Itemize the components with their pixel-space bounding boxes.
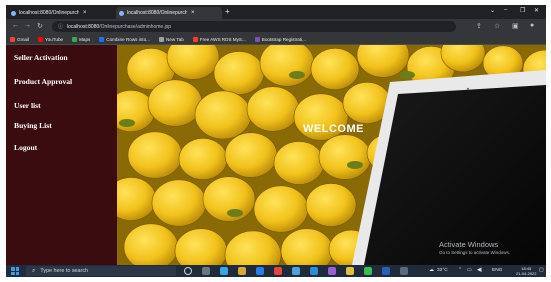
forward-arrow-icon[interactable]: → [24, 22, 31, 29]
globe-icon [158, 36, 164, 42]
language-indicator[interactable]: ENG [492, 268, 502, 273]
temperature-label[interactable]: 32°C [437, 268, 448, 273]
gmail-icon [10, 36, 15, 42]
nav-logout[interactable]: Logout [14, 143, 37, 152]
edge-icon[interactable] [256, 267, 264, 275]
new-tab-button[interactable]: + [225, 7, 230, 16]
bookmarks-bar: Gmail YouTube Maps Combine Rows into... … [6, 34, 546, 45]
app-icon[interactable] [346, 267, 354, 275]
browser-tab-2-title: localhost:8080/Onlinepurchase/ [127, 10, 187, 16]
app-icon[interactable] [274, 267, 282, 275]
hero-banner: WELCOME Activate Windows Go to Settings … [117, 45, 546, 265]
taskbar-search-box[interactable]: ⌕ Type here to search [26, 266, 176, 276]
word-icon[interactable] [382, 267, 390, 275]
browser-tab-1-title: localhost:8080/Onlinepurchase/ [19, 10, 79, 16]
browser-toolbar: ← → ↻ ⓘ localhost:8080 /Onlinepurchase/a… [6, 19, 546, 34]
app-icon[interactable] [220, 267, 228, 275]
close-window-icon[interactable]: ✕ [534, 7, 539, 14]
restore-icon[interactable]: ❐ [520, 7, 525, 14]
star-icon[interactable]: ☆ [494, 22, 500, 30]
admin-sidebar: Seller Activation Product Approval User … [6, 45, 117, 265]
bootstrap-icon [254, 36, 260, 42]
share-icon[interactable]: ⇪ [476, 22, 482, 30]
maps-icon [72, 36, 78, 42]
reload-icon[interactable]: ↻ [37, 22, 43, 30]
url-path: /Onlinepurchase/adminhome.jsp [99, 23, 171, 30]
windows-start-icon[interactable] [11, 267, 19, 275]
notification-icon[interactable]: ▢ [539, 268, 544, 273]
cortana-icon[interactable] [184, 267, 192, 275]
clock-date: 21-04-2022 [516, 271, 537, 276]
nav-user-list[interactable]: User list [14, 101, 41, 110]
close-tab-icon[interactable]: × [83, 10, 87, 16]
bookmark-maps[interactable]: Maps [72, 36, 90, 42]
watermark-title: Activate Windows [439, 240, 499, 249]
profile-icon[interactable]: ● [530, 22, 534, 29]
browser-tab-1[interactable]: localhost:8080/Onlinepurchase/ × [8, 7, 114, 19]
bookmark-gmail[interactable]: Gmail [10, 36, 29, 42]
bookmark-new-tab[interactable]: New Tab [158, 36, 184, 42]
url-host: localhost:8080 [67, 23, 100, 30]
lemons-and-tablet-image [117, 45, 546, 265]
windows-taskbar: ⌕ Type here to search ☁ 32°C ⌃ ▭ ◀) ENG … [6, 265, 546, 277]
page-icon [99, 36, 105, 42]
desktop-screen: localhost:8080/Onlinepurchase/ × localho… [6, 5, 546, 277]
browser-tab-2[interactable]: localhost:8080/Onlinepurchase/ × [116, 7, 222, 19]
nav-seller-activation[interactable]: Seller Activation [14, 53, 68, 62]
bookmark-aws-rds[interactable]: Free AWS RDS MyS... [192, 36, 246, 42]
bookmark-bootstrap[interactable]: Bootstrap Registrati... [254, 36, 306, 42]
youtube-icon [38, 36, 43, 42]
store-icon[interactable] [310, 267, 318, 275]
nav-buying-list[interactable]: Buying List [14, 121, 52, 130]
globe-icon [11, 10, 16, 16]
globe-icon [119, 10, 124, 16]
welcome-heading: WELCOME [303, 123, 364, 135]
weather-icon[interactable]: ☁ [429, 268, 434, 273]
volume-icon[interactable]: ◀) [477, 268, 482, 273]
mail-icon[interactable] [292, 267, 300, 275]
task-view-icon[interactable] [202, 267, 210, 275]
chrome-icon[interactable] [364, 267, 372, 275]
network-icon[interactable]: ▭ [467, 268, 472, 273]
taskbar-clock[interactable]: 18:45 21-04-2022 [516, 266, 536, 276]
app-icon[interactable] [400, 267, 408, 275]
taskbar-search-placeholder: Type here to search [40, 268, 89, 274]
search-icon: ⌕ [32, 267, 36, 274]
chevron-up-icon[interactable]: ⌃ [458, 268, 462, 273]
browser-tab-strip: localhost:8080/Onlinepurchase/ × localho… [6, 5, 546, 19]
app-icon[interactable] [328, 267, 336, 275]
activate-windows-watermark: Activate Windows Go to Settings to activ… [439, 240, 510, 255]
youtube-icon [192, 36, 198, 42]
info-icon[interactable]: ⓘ [58, 23, 63, 30]
chevron-down-icon[interactable]: ⌄ [490, 7, 495, 14]
nav-product-approval[interactable]: Product Approval [14, 77, 72, 86]
bookmark-combine-rows[interactable]: Combine Rows into... [99, 36, 150, 42]
web-page: Seller Activation Product Approval User … [6, 45, 546, 265]
bookmark-youtube[interactable]: YouTube [38, 36, 63, 42]
address-bar[interactable]: ⓘ localhost:8080 /Onlinepurchase/adminho… [52, 21, 456, 32]
minimize-icon[interactable]: – [504, 7, 507, 13]
watermark-subtitle: Go to Settings to activate Windows. [439, 250, 511, 255]
close-tab-icon[interactable]: × [191, 10, 195, 16]
file-explorer-icon[interactable] [238, 267, 246, 275]
extensions-icon[interactable]: ▣ [512, 22, 519, 30]
back-arrow-icon[interactable]: ← [12, 22, 19, 29]
